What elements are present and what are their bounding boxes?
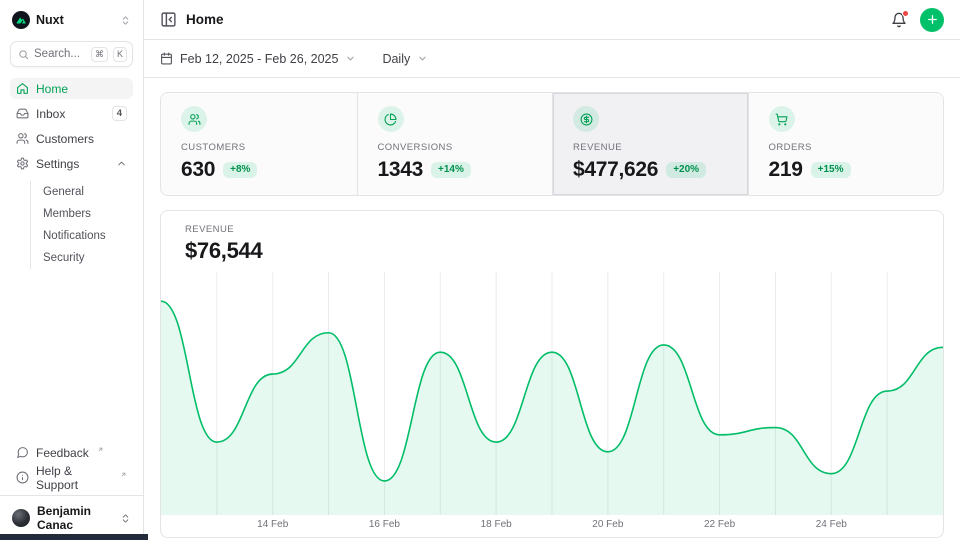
x-tick-label: 18 Feb (481, 519, 512, 530)
stats-grid: CUSTOMERS 630 +8% CONVERSIONS 1343 +14% (160, 92, 944, 196)
sidebar-item-label: Customers (36, 132, 94, 146)
stat-card-conversions[interactable]: CONVERSIONS 1343 +14% (357, 93, 553, 195)
nuxt-logo-icon (12, 11, 30, 29)
sidebar-footer-links: Feedback Help & Support (0, 442, 143, 495)
stat-value: 630 (181, 159, 215, 180)
avatar (12, 509, 30, 527)
message-bubble-icon (16, 446, 29, 459)
stat-label: CUSTOMERS (181, 142, 337, 153)
chart-label: REVENUE (185, 224, 919, 235)
page-title: Home (186, 12, 224, 27)
granularity-select[interactable]: Daily (382, 52, 428, 66)
stat-value: 219 (769, 159, 803, 180)
notification-dot (902, 10, 909, 17)
notifications-button[interactable] (891, 12, 907, 28)
users-icon (181, 106, 207, 132)
sidebar-item-general[interactable]: General (31, 181, 133, 203)
stat-delta-badge: +8% (223, 162, 257, 178)
topbar-actions (891, 8, 944, 32)
x-tick-label: 16 Feb (369, 519, 400, 530)
circle-dollar-icon (573, 106, 599, 132)
x-tick-label: 14 Feb (257, 519, 288, 530)
x-tick-label: 24 Feb (816, 519, 847, 530)
chevrons-up-down-icon (120, 15, 131, 26)
chevron-down-icon (417, 53, 428, 64)
search-input[interactable]: Search... ⌘ K (10, 41, 133, 67)
chart-value: $76,544 (185, 238, 919, 264)
sidebar-item-label: Inbox (36, 107, 65, 121)
chart-pie-icon (378, 106, 404, 132)
external-link-icon (120, 471, 127, 478)
sidebar: Nuxt Search... ⌘ K Home Inbox 4 (0, 0, 144, 540)
users-icon (16, 132, 29, 145)
workspace-switcher[interactable]: Nuxt (0, 0, 143, 38)
sidebar-item-customers[interactable]: Customers (10, 128, 133, 149)
granularity-value: Daily (382, 52, 410, 66)
sidebar-item-home[interactable]: Home (10, 78, 133, 99)
stat-card-customers[interactable]: CUSTOMERS 630 +8% (161, 93, 357, 195)
revenue-chart-card: REVENUE $76,544 14 Feb 16 Feb 18 Feb 20 Feb… (160, 210, 944, 538)
sidebar-item-inbox[interactable]: Inbox 4 (10, 103, 133, 124)
help-support-link[interactable]: Help & Support (10, 467, 133, 488)
stat-label: REVENUE (573, 142, 728, 153)
sidebar-item-security[interactable]: Security (31, 247, 133, 269)
stat-delta-badge: +14% (431, 162, 471, 178)
chevrons-up-down-icon (120, 513, 131, 524)
shopping-cart-icon (769, 106, 795, 132)
kbd-k: K (113, 47, 127, 62)
house-icon (16, 82, 29, 95)
chart-plot[interactable] (161, 272, 943, 515)
content: CUSTOMERS 630 +8% CONVERSIONS 1343 +14% (144, 78, 960, 538)
add-button[interactable] (920, 8, 944, 32)
user-name: Benjamin Canac (37, 504, 113, 532)
stat-delta-badge: +20% (666, 162, 706, 178)
sidebar-spacer (0, 269, 143, 442)
chart-header: REVENUE $76,544 (161, 211, 943, 272)
feedback-link[interactable]: Feedback (10, 442, 133, 463)
panel-left-close-icon[interactable] (160, 11, 177, 28)
stat-card-revenue[interactable]: REVENUE $477,626 +20% (552, 93, 748, 195)
external-link-icon (97, 446, 104, 453)
stat-label: ORDERS (769, 142, 924, 153)
chevron-down-icon (345, 53, 356, 64)
calendar-icon (160, 52, 173, 65)
topbar: Home (144, 0, 960, 40)
inbox-count-badge: 4 (112, 106, 127, 121)
search-icon (18, 49, 29, 60)
stat-value: 1343 (378, 159, 424, 180)
help-support-label: Help & Support (36, 464, 112, 492)
revenue-chart-svg (161, 272, 943, 515)
chevron-up-icon (116, 158, 127, 169)
sidebar-nav: Home Inbox 4 Customers Settings Ge (0, 78, 143, 269)
info-circle-icon (16, 471, 29, 484)
sidebar-item-notifications[interactable]: Notifications (31, 225, 133, 247)
stat-label: CONVERSIONS (378, 142, 533, 153)
x-tick-label: 22 Feb (704, 519, 735, 530)
settings-subtree: General Members Notifications Security (30, 181, 133, 269)
inbox-icon (16, 107, 29, 120)
sidebar-item-members[interactable]: Members (31, 203, 133, 225)
sidebar-item-settings[interactable]: Settings (10, 153, 133, 174)
filter-bar: Feb 12, 2025 - Feb 26, 2025 Daily (144, 40, 960, 78)
workspace-name: Nuxt (36, 13, 114, 27)
sidebar-item-label: Settings (36, 157, 79, 171)
stat-delta-badge: +15% (811, 162, 851, 178)
bottom-edge-strip (0, 534, 148, 540)
date-range-picker[interactable]: Feb 12, 2025 - Feb 26, 2025 (160, 52, 356, 66)
search-placeholder: Search... (34, 48, 86, 60)
kbd-cmd: ⌘ (91, 47, 108, 62)
stat-card-orders[interactable]: ORDERS 219 +15% (748, 93, 944, 195)
stat-value: $477,626 (573, 159, 658, 180)
gear-icon (16, 157, 29, 170)
main-area: Home Feb 12, 2025 - Feb 26, 2025 Daily (144, 0, 960, 540)
sidebar-item-label: Home (36, 82, 68, 96)
chart-x-axis: 14 Feb 16 Feb 18 Feb 20 Feb 22 Feb 24 Feb (161, 515, 943, 537)
date-range-value: Feb 12, 2025 - Feb 26, 2025 (180, 52, 338, 66)
feedback-label: Feedback (36, 446, 89, 460)
x-tick-label: 20 Feb (592, 519, 623, 530)
plus-icon (926, 13, 939, 26)
